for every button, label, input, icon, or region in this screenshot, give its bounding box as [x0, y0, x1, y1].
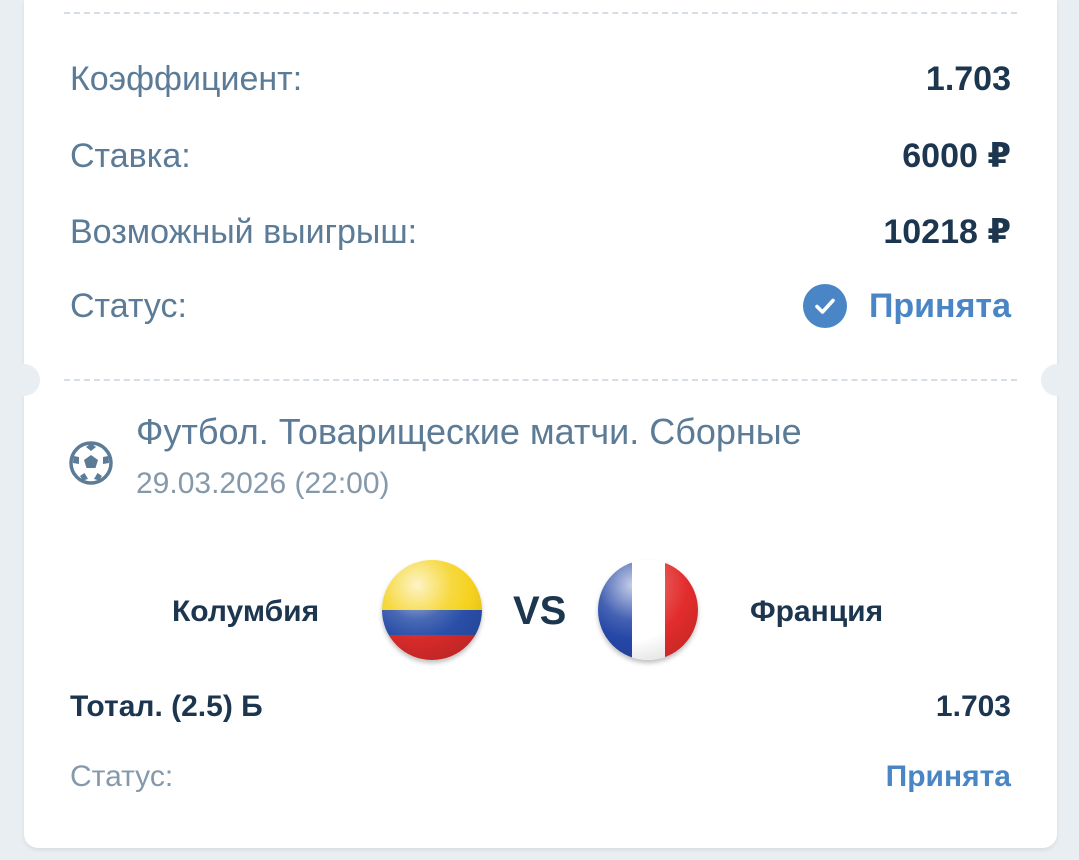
dashed-divider-middle: [64, 379, 1017, 381]
coefficient-label: Коэффициент:: [70, 60, 303, 98]
event-datetime: 29.03.2026 (22:00): [136, 467, 390, 500]
home-team-name: Колумбия: [172, 595, 320, 628]
selection-status-label: Статус:: [70, 760, 174, 793]
ticket-notch-middle-left: [8, 364, 40, 396]
away-team-name: Франция: [750, 595, 884, 628]
possible-win-row: Возможный выигрыш: 10218 ₽: [70, 212, 1011, 252]
bet-ticket-card: Коэффициент: 1.703 Ставка: 6000 ₽ Возмож…: [24, 0, 1057, 848]
selection-row: Тотал. (2.5) Б 1.703: [70, 690, 1011, 724]
stake-row: Ставка: 6000 ₽: [70, 136, 1011, 176]
match-teams: Колумбия VS Франция: [24, 555, 1057, 665]
selection-odds: 1.703: [935, 690, 1011, 723]
possible-win-value: 10218 ₽: [883, 213, 1011, 251]
dashed-divider-top: [64, 12, 1017, 14]
coefficient-value: 1.703: [925, 60, 1011, 98]
status-value: Принята: [868, 286, 1011, 325]
status-badge: Принята: [802, 284, 1011, 328]
status-row: Статус: Принята: [70, 284, 1011, 328]
ticket-notch-middle-right: [1041, 364, 1073, 396]
france-flag-icon: [598, 560, 698, 660]
event-title: Футбол. Товарищеские матчи. Сборные: [136, 411, 802, 452]
selection-market: Тотал. (2.5) Б: [70, 690, 263, 723]
selection-status-value: Принята: [885, 760, 1011, 793]
stake-label: Ставка:: [70, 136, 191, 175]
colombia-flag-icon: [382, 560, 482, 660]
soccer-ball-icon: [68, 440, 114, 486]
stake-value: 6000 ₽: [902, 137, 1011, 175]
status-label: Статус:: [70, 286, 187, 325]
event-header: Футбол. Товарищеские матчи. Сборные 29.0…: [68, 410, 802, 504]
check-circle-icon: [802, 284, 847, 328]
versus-label: VS: [513, 589, 567, 633]
possible-win-label: Возможный выигрыш:: [70, 212, 418, 251]
selection-status-row: Статус: Принята: [70, 760, 1011, 794]
coefficient-row: Коэффициент: 1.703: [70, 60, 1011, 99]
